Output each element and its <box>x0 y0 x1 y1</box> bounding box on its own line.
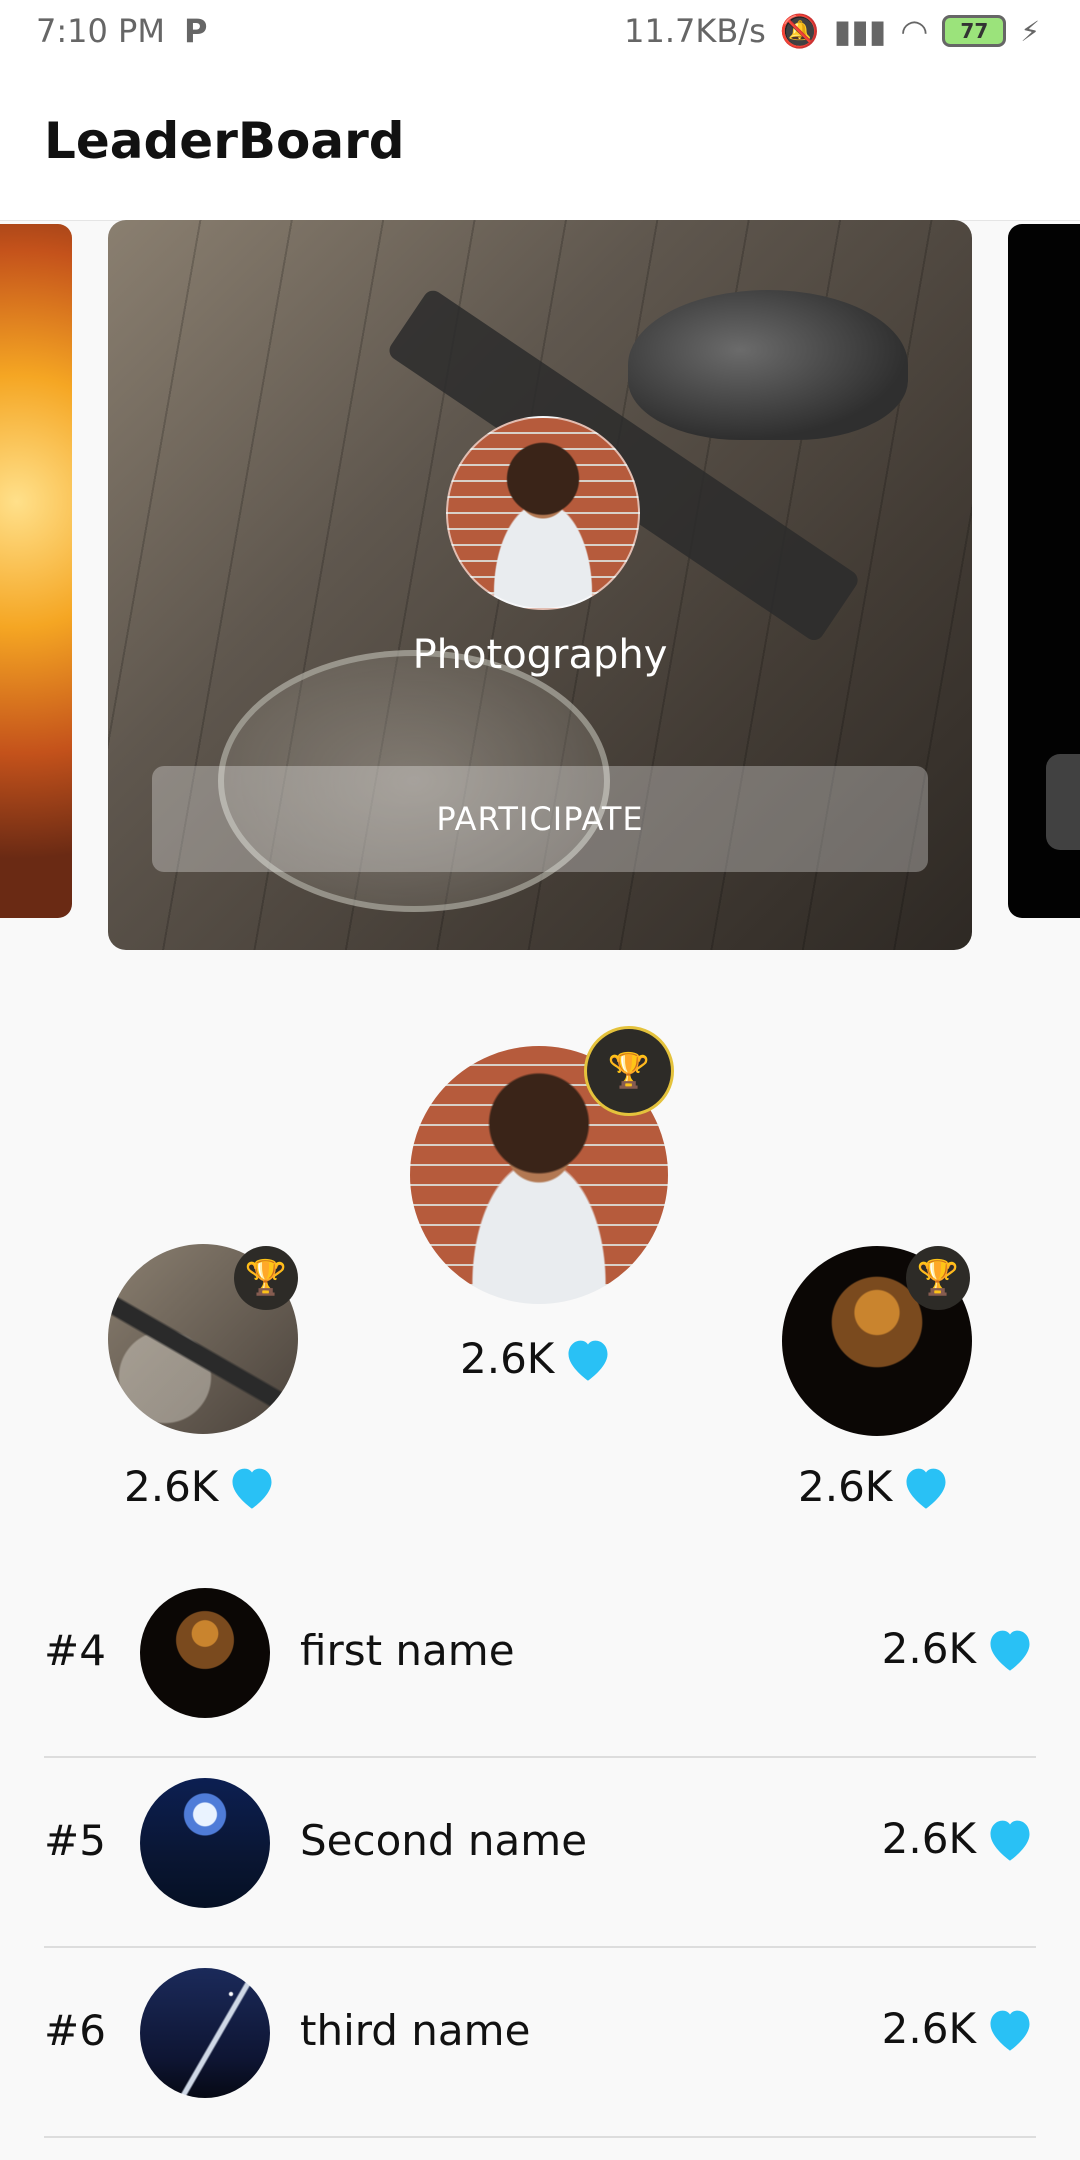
avatar <box>140 1968 270 2098</box>
heart-icon <box>990 2010 1030 2051</box>
podium-first-score: 2.6K <box>460 1334 614 1383</box>
carousel-card-active[interactable]: Photography PARTICIPATE <box>108 220 972 950</box>
user-name: third name <box>300 2006 531 2055</box>
user-name: first name <box>300 1626 515 1675</box>
card-title: Photography <box>412 632 668 678</box>
list-divider <box>44 2136 1036 2138</box>
list-item[interactable]: #5 Second name 2.6K <box>44 1746 1036 1936</box>
trophy-icon: 🏆 <box>906 1246 970 1310</box>
rank-label: #4 <box>44 1626 106 1675</box>
score-value: 2.6K <box>124 1462 219 1511</box>
network-speed: 11.7KB/s <box>624 12 766 50</box>
heart-icon <box>990 1630 1030 1671</box>
trophy-icon: 🏆 <box>234 1246 298 1310</box>
score-value: 2.6K <box>881 2004 976 2053</box>
battery-icon: 77 <box>942 15 1007 47</box>
signal-icon: ▮▮▮ <box>833 12 887 50</box>
user-name: Second name <box>300 1816 588 1865</box>
status-bar: 7:10 PM P 11.7KB/s 🔕 ▮▮▮ ◠ 77 ⚡ <box>0 0 1080 66</box>
score-value: 2.6K <box>881 1814 976 1863</box>
mute-icon: 🔕 <box>779 12 820 50</box>
score-value: 2.6K <box>460 1334 555 1383</box>
card-avatar <box>446 416 640 610</box>
podium-third-score: 2.6K <box>798 1462 952 1511</box>
heart-icon <box>990 1820 1030 1861</box>
participate-button[interactable]: PARTICIPATE <box>152 766 928 872</box>
list-item[interactable]: #4 first name 2.6K <box>44 1556 1036 1746</box>
row-score: 2.6K <box>882 1814 1036 1863</box>
contest-carousel[interactable]: Photography PARTICIPATE <box>0 220 1080 960</box>
heart-icon <box>906 1468 946 1509</box>
page-title: LeaderBoard <box>44 112 405 170</box>
score-value: 2.6K <box>798 1462 893 1511</box>
avatar <box>140 1778 270 1908</box>
notification-icon: P <box>184 12 208 50</box>
row-score: 2.6K <box>882 2004 1036 2053</box>
carousel-card-previous[interactable] <box>0 224 72 918</box>
status-time: 7:10 PM <box>36 12 165 50</box>
next-card-button-peek <box>1046 754 1080 850</box>
rank-label: #6 <box>44 2006 106 2055</box>
charging-icon: ⚡ <box>1020 14 1040 48</box>
score-value: 2.6K <box>881 1624 976 1673</box>
heart-icon <box>568 1340 608 1381</box>
list-item[interactable]: #6 third name 2.6K <box>44 1936 1036 2126</box>
app-bar: LeaderBoard <box>0 66 1080 221</box>
heart-icon <box>232 1468 272 1509</box>
status-right-group: 11.7KB/s 🔕 ▮▮▮ ◠ 77 ⚡ <box>624 12 1040 50</box>
rank-label: #5 <box>44 1816 106 1865</box>
avatar <box>140 1588 270 1718</box>
podium-second-score: 2.6K <box>124 1462 278 1511</box>
row-score: 2.6K <box>882 1624 1036 1673</box>
trophy-icon: 🏆 <box>584 1026 674 1116</box>
carousel-card-next[interactable] <box>1008 224 1080 918</box>
wifi-icon: ◠ <box>900 12 929 50</box>
card-background-helmet <box>628 290 908 440</box>
